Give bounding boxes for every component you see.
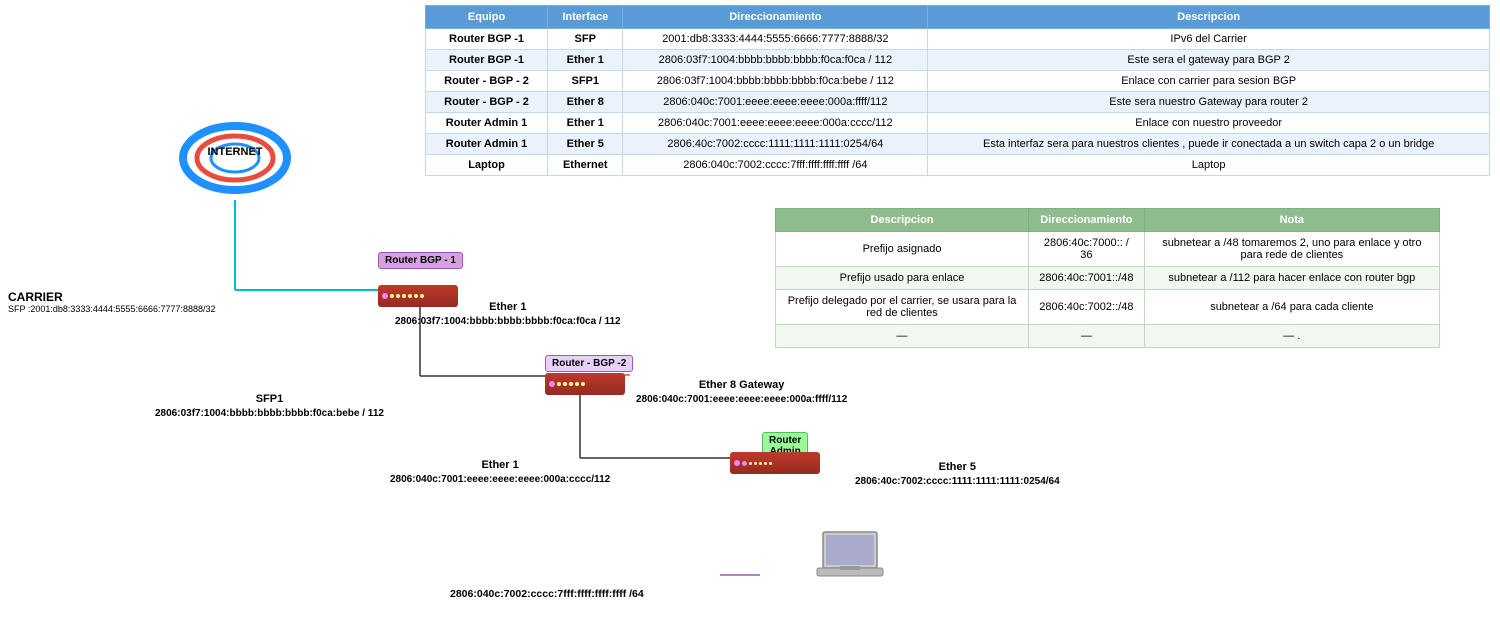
- sfp1-addr: 2806:03f7:1004:bbbb:bbbb:bbbb:f0ca:bebe …: [155, 407, 384, 421]
- carrier-label: CARRIER SFP :2001:db8:3333:4444:5555:666…: [8, 290, 216, 314]
- table-cell-descripcion: Enlace con carrier para sesion BGP: [928, 71, 1490, 92]
- table-cell-nota: — .: [1144, 325, 1439, 348]
- table-cell-descripcion: IPv6 del Carrier: [928, 29, 1490, 50]
- router-dot: [749, 462, 752, 465]
- table-cell-descripcion: Prefijo asignado: [776, 232, 1029, 267]
- ether5-iface: Ether 5: [855, 460, 1060, 475]
- table-row: Prefijo delegado por el carrier, se usar…: [776, 290, 1440, 325]
- sfp1-label-block: SFP1 2806:03f7:1004:bbbb:bbbb:bbbb:f0ca:…: [155, 392, 384, 421]
- table-row: ——— .: [776, 325, 1440, 348]
- laptop-addr: 2806:040c:7002:cccc:7fff:ffff:ffff:ffff …: [450, 587, 644, 602]
- table-cell-descripcion: Este sera nuestro Gateway para router 2: [928, 92, 1490, 113]
- router-bgp2-label-box: Router - BGP -2: [545, 355, 633, 372]
- internet-cloud: INTERNET: [175, 118, 295, 201]
- router-dot: [764, 462, 767, 465]
- router-bgp2-device: [545, 373, 625, 395]
- ether1-admin-label: Ether 1 2806:040c:7001:eeee:eeee:eeee:00…: [390, 458, 610, 487]
- router-bgp2-label: Router - BGP -2: [552, 358, 626, 369]
- second-table-container: Descripcion Direccionamiento Nota Prefij…: [775, 208, 1440, 348]
- router-dot: [769, 462, 772, 465]
- router-dot: [420, 294, 424, 298]
- table-cell-direccionamiento: 2806:40c:7000:: / 36: [1029, 232, 1145, 267]
- router-dot: [402, 294, 406, 298]
- carrier-text: CARRIER: [8, 290, 216, 304]
- router-dot: [754, 462, 757, 465]
- table-cell-direccionamiento: —: [1029, 325, 1145, 348]
- router-admin1-device: [730, 452, 820, 474]
- ether8-iface: Ether 8 Gateway: [636, 378, 847, 393]
- table-cell-direccionamiento: 2806:40c:7001::/48: [1029, 267, 1145, 290]
- table-cell-descripcion: Enlace con nuestro proveedor: [928, 113, 1490, 134]
- table-cell-descripcion: —: [776, 325, 1029, 348]
- diagram-area: INTERNET CARRIER SFP :2001:db8:3333:4444…: [0, 0, 760, 622]
- router-bgp1-label-box: Router BGP - 1: [378, 252, 463, 269]
- ether8-addr: 2806:040c:7001:eeee:eeee:eeee:000a:ffff/…: [636, 393, 847, 407]
- laptop-icon: [815, 530, 885, 585]
- ether1-admin-iface: Ether 1: [390, 458, 610, 473]
- router-bgp2-img: [545, 373, 625, 395]
- table-cell-nota: subnetear a /48 tomaremos 2, uno para en…: [1144, 232, 1439, 267]
- table-cell-nota: subnetear a /112 para hacer enlace con r…: [1144, 267, 1439, 290]
- table-cell-descripcion: Prefijo usado para enlace: [776, 267, 1029, 290]
- col2-header-nota: Nota: [1144, 209, 1439, 232]
- router-dot: [563, 382, 567, 386]
- router-dot: [396, 294, 400, 298]
- sfp1-iface: SFP1: [155, 392, 384, 407]
- router-dot: [414, 294, 418, 298]
- laptop-device: [815, 530, 885, 588]
- ether1-bgp1-label: Ether 1 2806:03f7:1004:bbbb:bbbb:bbbb:f0…: [395, 300, 621, 329]
- col2-header-descripcion: Descripcion: [776, 209, 1029, 232]
- table-cell-descripcion: Este sera el gateway para BGP 2: [928, 50, 1490, 71]
- router-dot: [759, 462, 762, 465]
- router-dot: [575, 382, 579, 386]
- table-cell-nota: subnetear a /64 para cada cliente: [1144, 290, 1439, 325]
- router-bgp1-label: Router BGP - 1: [385, 255, 456, 266]
- carrier-addr: SFP :2001:db8:3333:4444:5555:6666:7777:8…: [8, 304, 216, 314]
- ether8-label-block: Ether 8 Gateway 2806:040c:7001:eeee:eeee…: [636, 378, 847, 407]
- router-dot: [408, 294, 412, 298]
- table-cell-descripcion: Prefijo delegado por el carrier, se usar…: [776, 290, 1029, 325]
- cloud-icon: [175, 118, 295, 198]
- second-table: Descripcion Direccionamiento Nota Prefij…: [775, 208, 1440, 348]
- table-cell-descripcion: Laptop: [928, 155, 1490, 176]
- router-dot: [557, 382, 561, 386]
- table-row: Prefijo usado para enlace2806:40c:7001::…: [776, 267, 1440, 290]
- col-header-descripcion: Descripcion: [928, 6, 1490, 29]
- router-dot: [742, 461, 747, 466]
- ether1-bgp1-addr: 2806:03f7:1004:bbbb:bbbb:bbbb:f0ca:f0ca …: [395, 315, 621, 329]
- table-cell-direccionamiento: 2806:40c:7002::/48: [1029, 290, 1145, 325]
- laptop-addr-label: 2806:040c:7002:cccc:7fff:ffff:ffff:ffff …: [450, 587, 644, 602]
- ether1-admin-addr: 2806:040c:7001:eeee:eeee:eeee:000a:cccc/…: [390, 473, 610, 487]
- router-dot: [569, 382, 573, 386]
- internet-label: INTERNET: [175, 146, 295, 158]
- table-cell-descripcion: Esta interfaz sera para nuestros cliente…: [928, 134, 1490, 155]
- ether1-bgp1-iface: Ether 1: [395, 300, 621, 315]
- router-dot: [390, 294, 394, 298]
- table-row: Prefijo asignado2806:40c:7000:: / 36subn…: [776, 232, 1440, 267]
- router-dot: [581, 382, 585, 386]
- col2-header-direccionamiento: Direccionamiento: [1029, 209, 1145, 232]
- ether5-label-block: Ether 5 2806:40c:7002:cccc:1111:1111:111…: [855, 460, 1060, 489]
- router-admin1-img: [730, 452, 820, 474]
- ether5-addr: 2806:40c:7002:cccc:1111:1111:1111:0254/6…: [855, 475, 1060, 489]
